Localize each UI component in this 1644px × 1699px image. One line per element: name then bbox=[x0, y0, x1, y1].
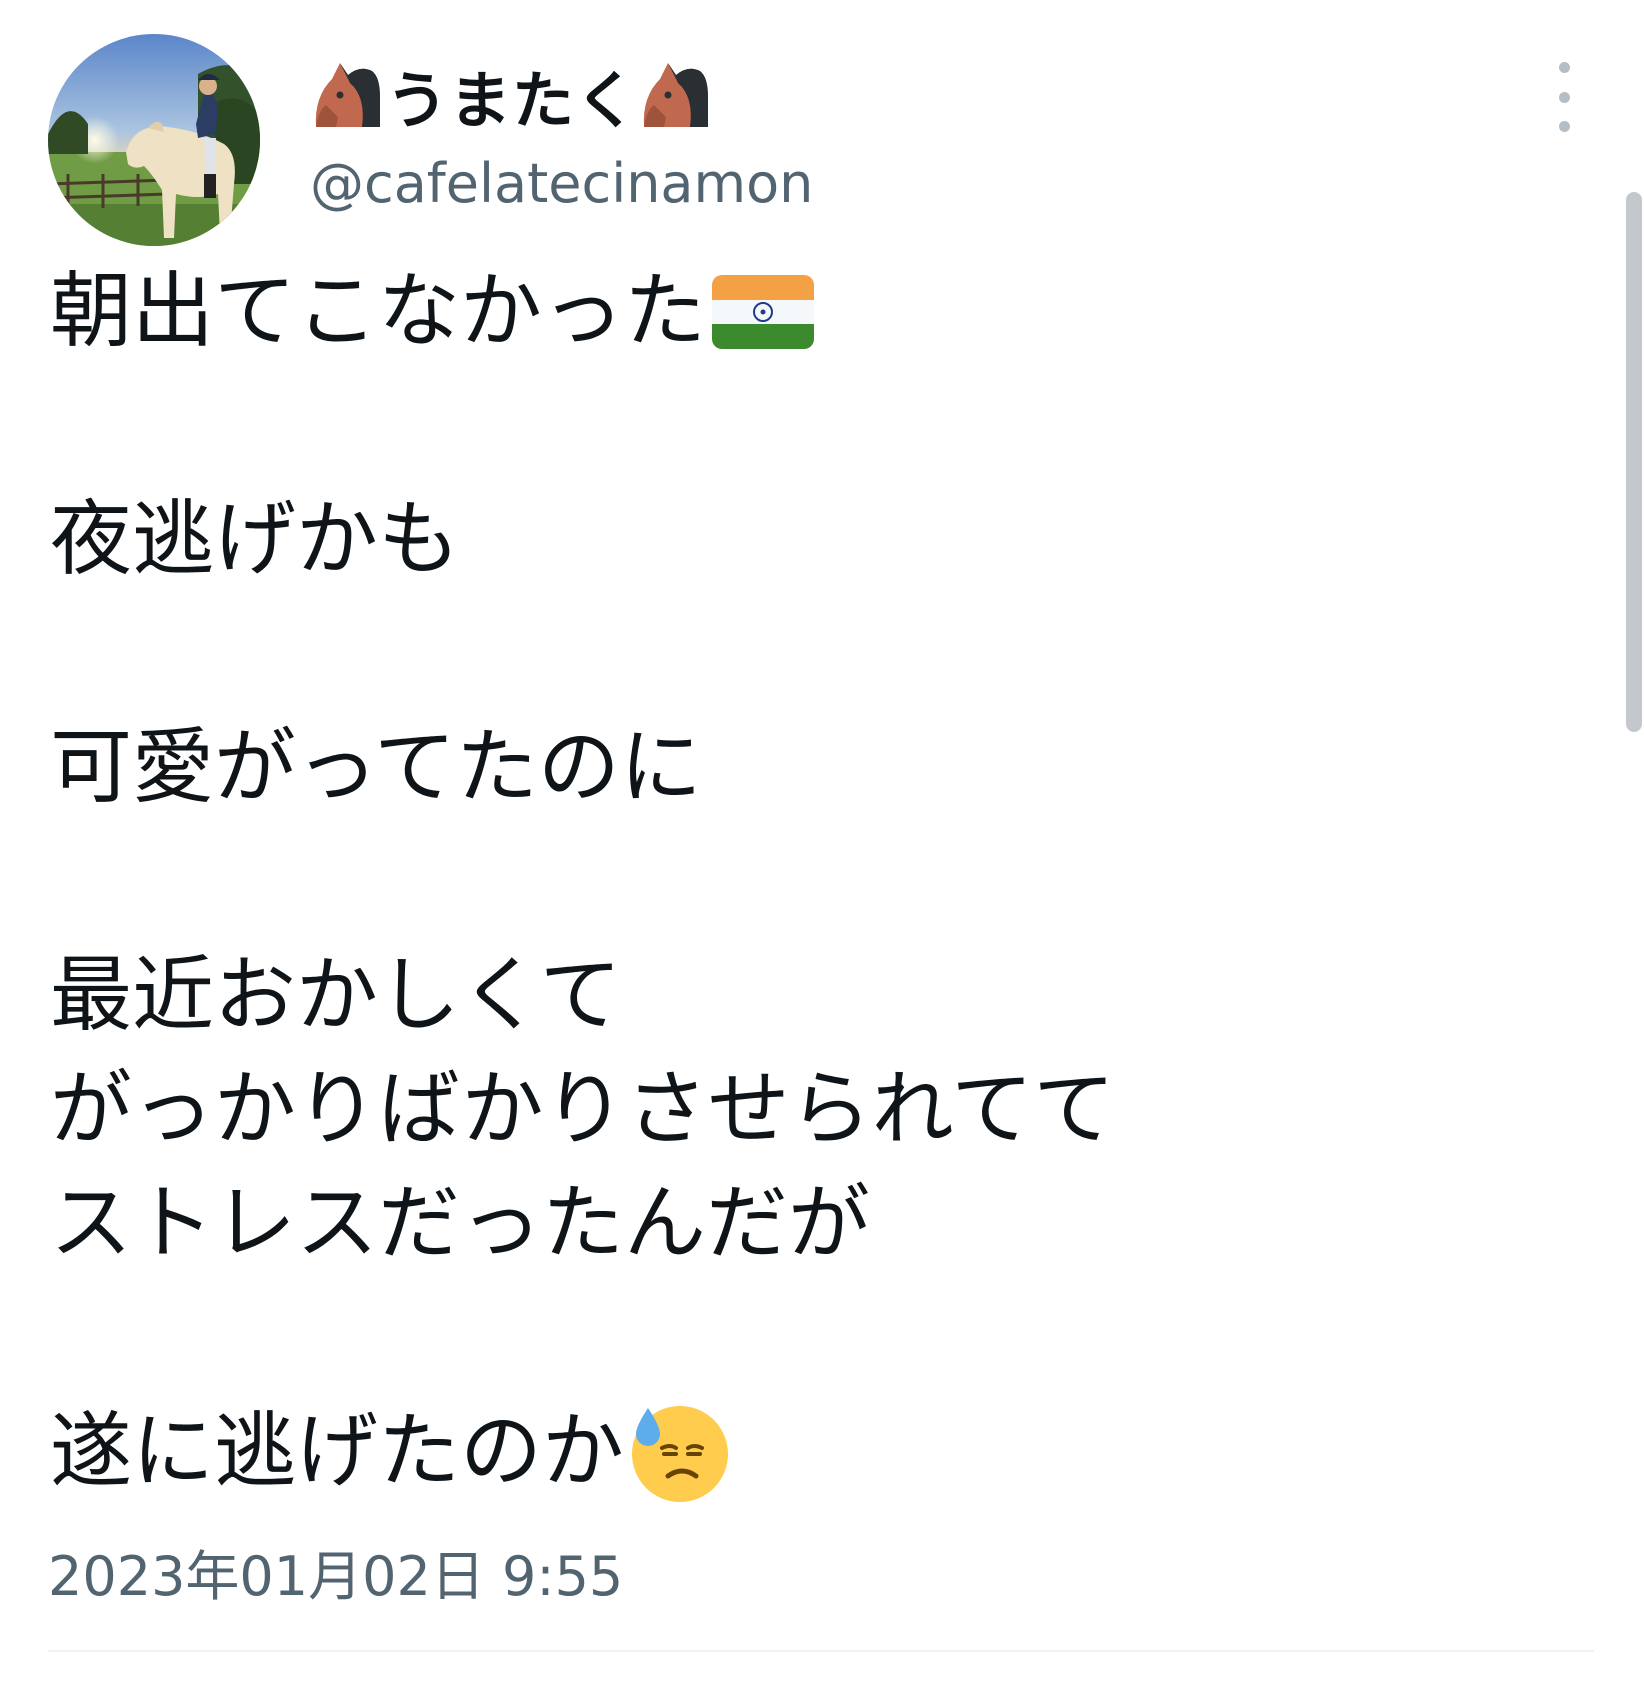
india-flag-icon bbox=[712, 275, 815, 349]
divider bbox=[48, 1650, 1594, 1652]
horse-face-icon bbox=[310, 57, 386, 133]
tweet-line-text: 可愛がってたのに bbox=[50, 720, 702, 815]
tweet-line-text: 夜逃げかも bbox=[50, 492, 461, 587]
tweet-line: 夜逃げかも bbox=[50, 483, 1590, 597]
tweet-line-text: 朝出てこなかった bbox=[50, 264, 707, 359]
tweet-timestamp[interactable]: 2023年01月02日 9:55 bbox=[48, 1532, 623, 1611]
display-name-text: うまたく bbox=[386, 64, 639, 137]
tweet-line: 可愛がってたのに bbox=[50, 711, 1590, 825]
user-handle[interactable]: @cafelatecinamon bbox=[310, 152, 813, 215]
tweet-line-text: ストレスだったんだが bbox=[50, 1176, 871, 1271]
display-name[interactable]: うまたく bbox=[310, 50, 714, 140]
tweet-line-text: がっかりばかりさせられてて bbox=[50, 1062, 1116, 1157]
tweet-line: 最近おかしくて bbox=[50, 939, 1590, 1053]
tweet-line-text: 遂に逃げたのか bbox=[50, 1404, 625, 1499]
scrollbar-thumb[interactable] bbox=[1626, 192, 1642, 732]
avatar-photo bbox=[48, 34, 260, 246]
tweet-line: 遂に逃げたのか bbox=[50, 1395, 1590, 1509]
tweet-line: ストレスだったんだが bbox=[50, 1167, 1590, 1281]
downcast-face-with-sweat-icon bbox=[626, 1400, 730, 1504]
avatar[interactable] bbox=[48, 34, 260, 246]
tweet: うまたく @cafelatecinamon 朝出てこなかった 夜逃げかも 可愛が… bbox=[0, 0, 1644, 1699]
tweet-text: 朝出てこなかった 夜逃げかも 可愛がってたのに 最近おかしくて がっかりばかりさ… bbox=[50, 255, 1590, 1509]
horse-face-icon bbox=[638, 57, 714, 133]
tweet-line-text: 最近おかしくて bbox=[50, 948, 622, 1043]
tweet-line: がっかりばかりさせられてて bbox=[50, 1053, 1590, 1167]
more-options-icon[interactable] bbox=[1546, 62, 1582, 132]
tweet-line: 朝出てこなかった bbox=[50, 255, 1590, 369]
